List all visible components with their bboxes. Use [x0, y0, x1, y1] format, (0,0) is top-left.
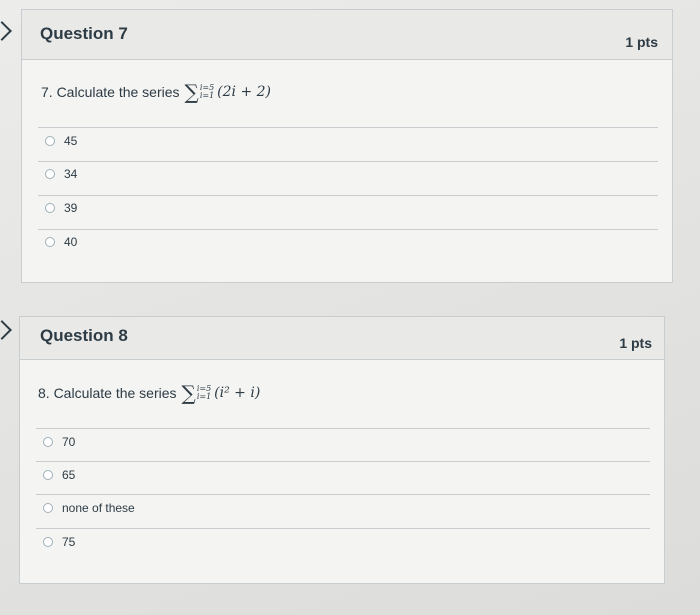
answer-label: 65	[62, 468, 76, 482]
question-8-flag-icon[interactable]	[0, 320, 12, 340]
question-7-prompt: 7. Calculate the series ∑ i=5 i=1 (2i + …	[41, 82, 271, 102]
question-7-answer-4[interactable]: 40	[45, 235, 77, 249]
question-8-prompt: 8. Calculate the series ∑ i=5 i=1 (i² + …	[38, 383, 260, 403]
answer-label: 45	[64, 134, 78, 148]
question-7-divider	[38, 229, 658, 230]
question-8-divider	[36, 528, 650, 529]
answer-label: 70	[62, 435, 76, 449]
question-7-formula: ∑ i=5 i=1 (2i + 2)	[185, 82, 272, 102]
question-8-limits: i=5 i=1	[197, 385, 211, 401]
radio-button[interactable]	[45, 136, 55, 146]
question-8-prompt-text: 8. Calculate the series	[38, 385, 177, 401]
question-7-lower-limit: i=1	[199, 91, 215, 100]
question-7-divider	[38, 195, 658, 196]
question-8-title: Question 8	[40, 326, 128, 345]
question-7-card: Question 7 1 pts 7. Calculate the series…	[21, 9, 673, 283]
question-7-divider	[38, 127, 658, 128]
radio-button[interactable]	[43, 437, 53, 447]
answer-label: none of these	[62, 501, 135, 515]
radio-button[interactable]	[43, 470, 53, 480]
question-8-lower-limit: i=1	[196, 392, 212, 401]
question-8-answer-4[interactable]: 75	[43, 535, 75, 549]
question-7-sigma: ∑	[184, 80, 199, 104]
question-7-answer-3[interactable]: 39	[45, 201, 77, 215]
question-8-answer-1[interactable]: 70	[43, 435, 75, 449]
radio-button[interactable]	[45, 203, 55, 213]
answer-label: 39	[64, 201, 78, 215]
question-7-flag-icon[interactable]	[0, 21, 12, 41]
question-7-limits: i=5 i=1	[200, 84, 214, 100]
question-8-divider	[36, 461, 650, 462]
question-7-header: Question 7 1 pts	[22, 10, 672, 60]
question-8-formula: ∑ i=5 i=1 (i² + i)	[182, 383, 261, 403]
question-7-divider	[38, 161, 658, 162]
radio-button[interactable]	[43, 537, 53, 547]
question-7-points: 1 pts	[625, 34, 658, 50]
question-7-expression: (2i + 2)	[217, 84, 272, 100]
radio-button[interactable]	[45, 169, 55, 179]
question-8-answer-2[interactable]: 65	[43, 468, 75, 482]
question-8-card: Question 8 1 pts 8. Calculate the series…	[19, 316, 665, 584]
radio-button[interactable]	[43, 503, 53, 513]
question-7-answer-2[interactable]: 34	[45, 167, 77, 181]
answer-label: 75	[62, 535, 76, 549]
question-8-divider	[36, 494, 650, 495]
question-8-expression: (i² + i)	[214, 385, 261, 401]
answer-label: 34	[64, 167, 78, 181]
answer-label: 40	[64, 235, 78, 249]
question-8-header: Question 8 1 pts	[20, 317, 664, 360]
question-8-points: 1 pts	[619, 335, 652, 351]
radio-button[interactable]	[45, 237, 55, 247]
question-8-divider	[36, 428, 650, 429]
question-8-answer-3[interactable]: none of these	[43, 501, 135, 515]
question-7-prompt-text: 7. Calculate the series	[41, 84, 180, 100]
question-7-title: Question 7	[40, 24, 128, 43]
question-8-sigma: ∑	[181, 381, 196, 405]
question-7-answer-1[interactable]: 45	[45, 134, 77, 148]
